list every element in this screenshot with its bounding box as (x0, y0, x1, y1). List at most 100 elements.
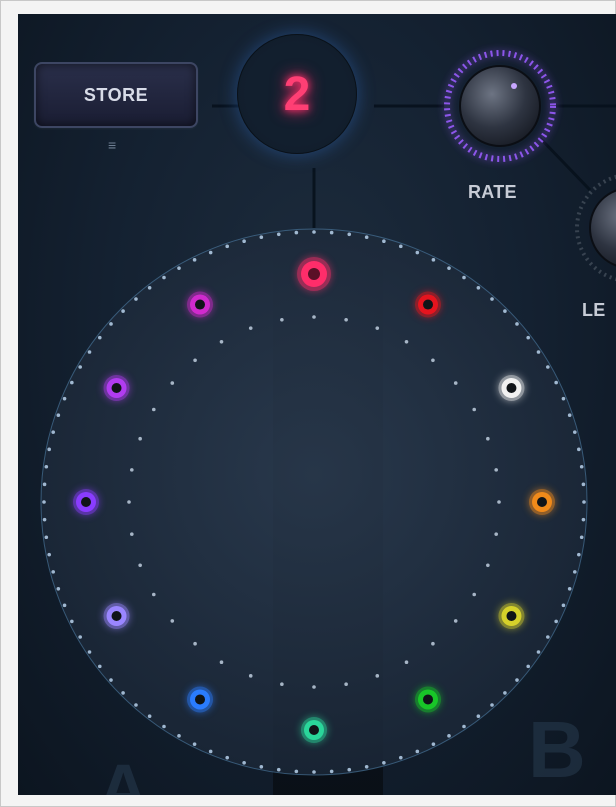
outer-tick (382, 239, 386, 244)
inner-tick (486, 436, 490, 441)
dot-blue[interactable] (187, 686, 213, 713)
inner-tick (193, 641, 197, 646)
rate-to-level-line (538, 136, 592, 192)
rate-knob[interactable] (444, 50, 556, 162)
inner-tick (494, 468, 498, 472)
outer-tick (526, 335, 531, 340)
inner-tick (404, 660, 409, 665)
outer-tick (87, 650, 92, 654)
outer-tick (109, 678, 113, 682)
preset-display[interactable]: 2 (237, 34, 357, 154)
inner-tick (344, 682, 348, 686)
outer-tick (162, 724, 166, 729)
inner-tick (312, 685, 316, 689)
outer-tick (259, 765, 264, 769)
outer-tick (42, 500, 46, 504)
dot-purple[interactable] (103, 375, 130, 401)
outer-tick (192, 258, 197, 262)
dot-red[interactable] (415, 291, 441, 318)
inner-tick (130, 468, 134, 472)
outer-tick (51, 430, 56, 434)
outer-tick (447, 734, 451, 738)
outer-tick (97, 664, 102, 669)
dot-violet[interactable] (73, 489, 99, 515)
outer-tick (415, 749, 420, 754)
inner-tick (453, 619, 458, 623)
inner-tick (248, 326, 253, 330)
outer-tick (447, 266, 451, 270)
inner-tick (219, 339, 224, 344)
outer-tick (536, 350, 541, 354)
dot-magenta-center (195, 299, 205, 310)
store-button[interactable]: STORE (34, 62, 198, 128)
outer-tick (561, 396, 566, 401)
outer-tick (109, 322, 113, 326)
outer-tick (581, 482, 586, 487)
dot-magenta[interactable] (187, 291, 213, 318)
outer-tick (329, 230, 334, 235)
dot-lavender[interactable] (103, 603, 130, 629)
dot-orange[interactable] (529, 489, 555, 515)
outer-tick (70, 380, 74, 385)
outer-tick (192, 742, 197, 746)
outer-tick (276, 767, 281, 772)
outer-tick (242, 239, 246, 244)
outer-tick (546, 635, 550, 639)
inner-tick (431, 358, 435, 363)
store-menu-icon[interactable]: ≡ (108, 137, 116, 153)
inner-tick (312, 315, 316, 319)
outer-tick (177, 266, 181, 270)
inner-tick (170, 619, 175, 623)
dot-blue-center (195, 694, 205, 705)
dot-green[interactable] (415, 686, 441, 713)
level-knob-body[interactable] (589, 188, 616, 268)
outer-tick (78, 365, 82, 369)
outer-tick (577, 447, 581, 452)
outer-tick (476, 285, 481, 290)
outer-tick (294, 230, 299, 235)
rate-knob-body[interactable] (459, 65, 541, 147)
inner-tick (472, 407, 477, 412)
dot-teal[interactable] (301, 717, 327, 743)
outer-tick (579, 464, 584, 469)
outer-tick (503, 691, 507, 695)
outer-tick (579, 535, 584, 540)
outer-tick (415, 250, 420, 255)
inner-tick (472, 592, 477, 597)
dot-yellow[interactable] (498, 603, 525, 629)
dot-top-pink-center (308, 268, 320, 280)
outer-tick (312, 230, 316, 234)
dot-white[interactable] (498, 375, 525, 401)
inner-tick (404, 339, 409, 344)
rate-knob-indicator (511, 83, 517, 89)
outer-tick (44, 464, 49, 469)
outer-tick (573, 430, 577, 434)
level-knob[interactable] (575, 174, 616, 282)
inner-tick (280, 318, 284, 322)
inner-tick (486, 563, 490, 568)
outer-tick (364, 765, 369, 769)
outer-tick (42, 517, 47, 522)
inner-tick (453, 381, 458, 385)
outer-tick (462, 724, 466, 729)
outer-tick (490, 297, 494, 301)
dot-green-center (423, 694, 433, 705)
outer-tick (56, 413, 61, 418)
outer-tick (70, 619, 74, 624)
outer-tick (329, 769, 334, 774)
rate-label: RATE (468, 182, 517, 202)
dot-top-pink[interactable] (297, 257, 331, 291)
inner-tick (280, 682, 284, 686)
outer-tick (162, 275, 166, 280)
inner-tick (375, 674, 380, 678)
outer-tick (62, 603, 67, 608)
outer-tick (554, 380, 558, 385)
inner-tick (375, 326, 380, 330)
outer-tick (225, 755, 230, 760)
outer-tick (121, 691, 125, 695)
outer-tick (259, 235, 264, 239)
outer-tick (47, 447, 51, 452)
level-label: LE (582, 300, 606, 320)
outer-tick (582, 500, 586, 504)
inner-tick (494, 532, 498, 536)
